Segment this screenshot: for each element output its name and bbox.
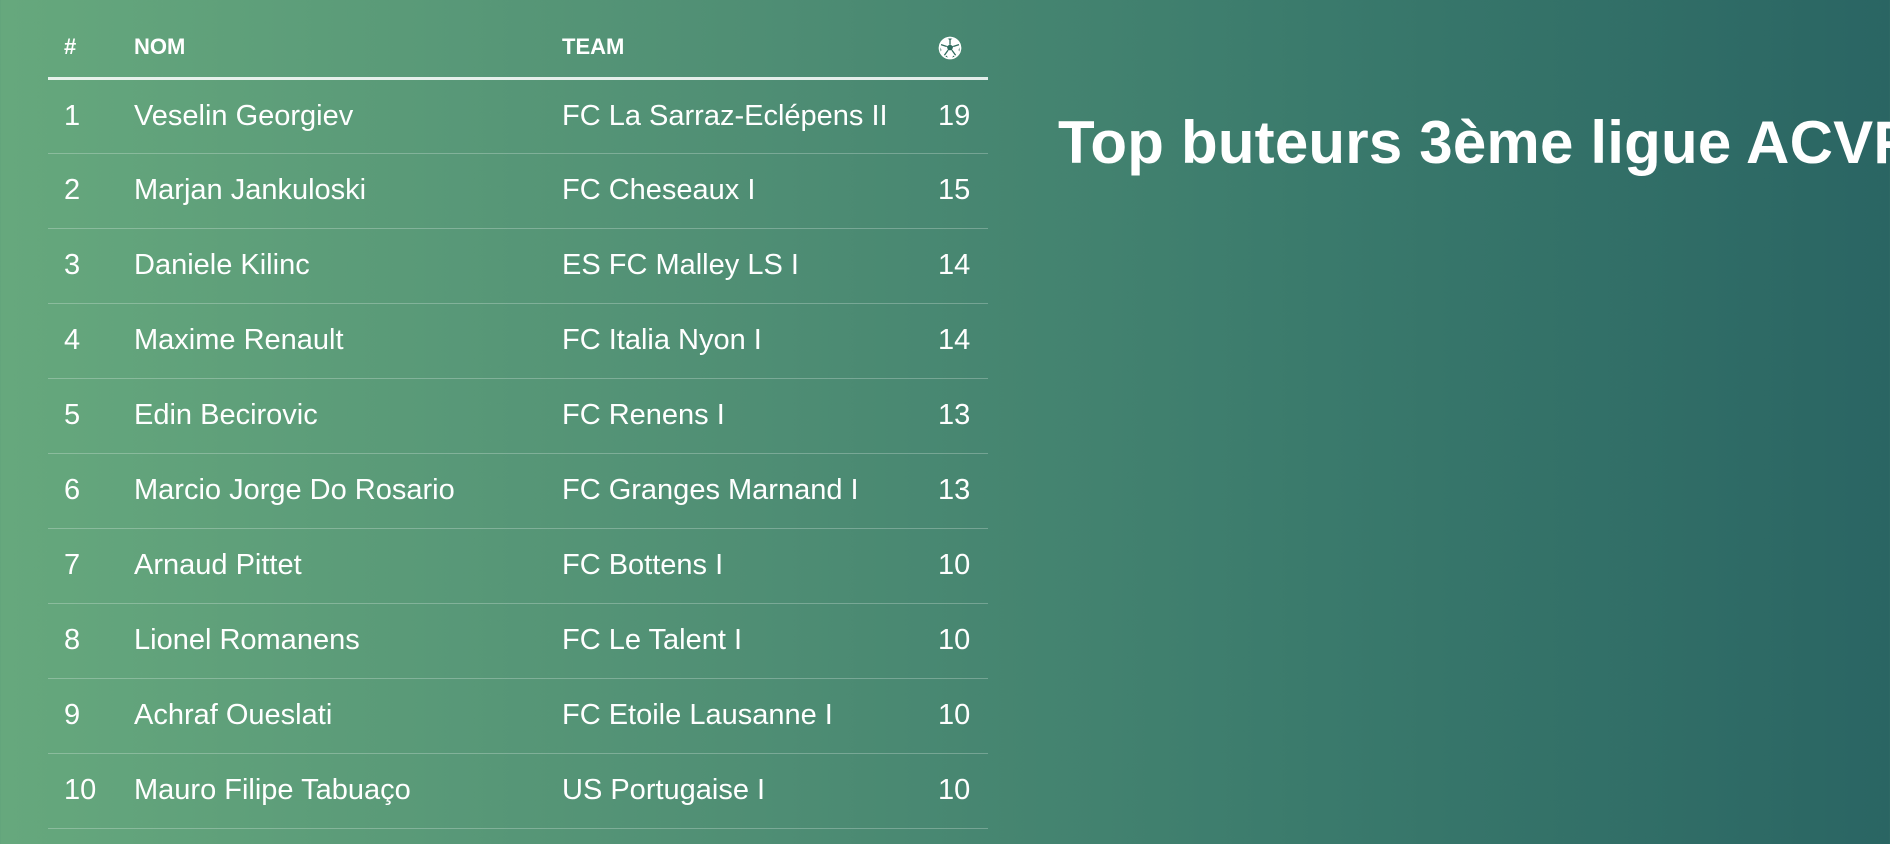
table-row: 1 Veselin Georgiev FC La Sarraz-Eclépens…: [48, 78, 988, 154]
cell-name: Daniele Kilinc: [118, 228, 546, 304]
cell-team: FC Cheseaux I: [546, 153, 918, 229]
table-row: 9 Achraf Oueslati FC Etoile Lausanne I 1…: [48, 678, 988, 754]
cell-goals: 15: [918, 153, 988, 229]
cell-goals: 10: [918, 753, 988, 829]
table-header-row: # NOM TEAM: [48, 18, 988, 80]
cell-name: Mauro Filipe Tabuaço: [118, 753, 546, 829]
cell-rank: 8: [48, 603, 118, 679]
cell-team: US Portugaise I: [546, 753, 918, 829]
table-row: 7 Arnaud Pittet FC Bottens I 10: [48, 528, 988, 604]
cell-name: Maxime Renault: [118, 303, 546, 379]
cell-goals: 19: [918, 78, 988, 154]
cell-goals: 14: [918, 228, 988, 304]
cell-goals: 10: [918, 678, 988, 754]
header-name: NOM: [118, 18, 546, 80]
cell-name: Marcio Jorge Do Rosario: [118, 453, 546, 529]
cell-team: ES FC Malley LS I: [546, 228, 918, 304]
table-row: 5 Edin Becirovic FC Renens I 13: [48, 378, 988, 454]
scorers-table: # NOM TEAM 1 Veselin Georgiev FC La Sarr…: [48, 18, 988, 829]
table-row: 3 Daniele Kilinc ES FC Malley LS I 14: [48, 228, 988, 304]
table-header: # NOM TEAM: [48, 18, 988, 80]
table-row: 8 Lionel Romanens FC Le Talent I 10: [48, 603, 988, 679]
cell-goals: 14: [918, 303, 988, 379]
cell-rank: 3: [48, 228, 118, 304]
cell-team: FC Bottens I: [546, 528, 918, 604]
scorers-table-container: # NOM TEAM 1 Veselin Georgiev FC La Sarr…: [48, 18, 988, 829]
table-body: 1 Veselin Georgiev FC La Sarraz-Eclépens…: [48, 78, 988, 829]
cell-name: Veselin Georgiev: [118, 78, 546, 154]
cell-rank: 4: [48, 303, 118, 379]
page-title: Top buteurs 3ème ligue ACVF: [1058, 109, 1890, 176]
cell-name: Achraf Oueslati: [118, 678, 546, 754]
cell-name: Edin Becirovic: [118, 378, 546, 454]
header-rank: #: [48, 18, 118, 80]
cell-rank: 5: [48, 378, 118, 454]
cell-goals: 13: [918, 453, 988, 529]
table-row: 6 Marcio Jorge Do Rosario FC Granges Mar…: [48, 453, 988, 529]
cell-name: Lionel Romanens: [118, 603, 546, 679]
header-team: TEAM: [546, 18, 918, 80]
cell-goals: 10: [918, 603, 988, 679]
cell-team: FC Le Talent I: [546, 603, 918, 679]
cell-name: Arnaud Pittet: [118, 528, 546, 604]
table-row: 4 Maxime Renault FC Italia Nyon I 14: [48, 303, 988, 379]
cell-rank: 9: [48, 678, 118, 754]
table-row: 10 Mauro Filipe Tabuaço US Portugaise I …: [48, 753, 988, 829]
cell-team: FC Etoile Lausanne I: [546, 678, 918, 754]
cell-team: FC Italia Nyon I: [546, 303, 918, 379]
cell-team: FC Granges Marnand I: [546, 453, 918, 529]
soccer-ball-icon: [938, 36, 962, 60]
cell-goals: 13: [918, 378, 988, 454]
cell-team: FC La Sarraz-Eclépens II: [546, 78, 918, 154]
header-goals: [918, 18, 988, 80]
cell-rank: 6: [48, 453, 118, 529]
cell-goals: 10: [918, 528, 988, 604]
cell-name: Marjan Jankuloski: [118, 153, 546, 229]
cell-team: FC Renens I: [546, 378, 918, 454]
cell-rank: 2: [48, 153, 118, 229]
cell-rank: 10: [48, 753, 118, 829]
table-row: 2 Marjan Jankuloski FC Cheseaux I 15: [48, 153, 988, 229]
cell-rank: 7: [48, 528, 118, 604]
cell-rank: 1: [48, 78, 118, 154]
